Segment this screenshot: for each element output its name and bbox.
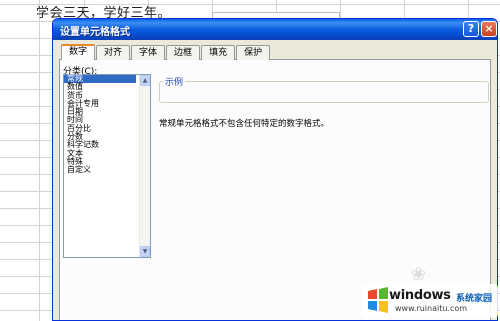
tab-alignment[interactable]: 对齐 — [96, 45, 131, 60]
tab-font[interactable]: 字体 — [131, 45, 166, 60]
help-button[interactable]: ? — [463, 21, 479, 37]
tab-strip: 数字 对齐 字体 边框 填充 保护 — [61, 44, 271, 60]
dialog-title: 设置单元格格式 — [60, 27, 130, 38]
sample-title: 示例 — [163, 75, 186, 88]
tab-protection[interactable]: 保护 — [236, 45, 271, 60]
help-icon: ? — [467, 22, 475, 35]
category-list[interactable]: 常规 数值 货币 会计专用 日期 时间 百分比 分数 科学记数 文本 特殊 自定… — [63, 74, 151, 258]
format-description: 常规单元格格式不包含任何特定的数字格式。 — [159, 119, 330, 129]
dialog-titlebar[interactable]: 设置单元格格式 ? × — [53, 19, 497, 40]
tab-border[interactable]: 边框 — [166, 45, 201, 60]
watermark-url: www.ruinaitu.com — [395, 304, 468, 313]
category-scrollbar[interactable]: ▲ ▼ — [139, 75, 150, 257]
scroll-up-icon[interactable]: ▲ — [140, 75, 150, 86]
spreadsheet-left-column — [0, 0, 40, 321]
sample-groupbox — [159, 81, 489, 103]
scroll-down-icon[interactable]: ▼ — [140, 246, 150, 257]
category-item-custom[interactable]: 自定义 — [64, 165, 136, 174]
close-button[interactable]: × — [481, 21, 497, 37]
tab-fill[interactable]: 填充 — [201, 45, 236, 60]
paw-watermark-icon: ❀ — [411, 264, 427, 285]
close-icon: × — [484, 22, 494, 35]
watermark-brand: windows — [389, 288, 451, 303]
watermark-brand-suffix: 系统家园 — [456, 294, 493, 304]
tab-number[interactable]: 数字 — [61, 44, 96, 60]
